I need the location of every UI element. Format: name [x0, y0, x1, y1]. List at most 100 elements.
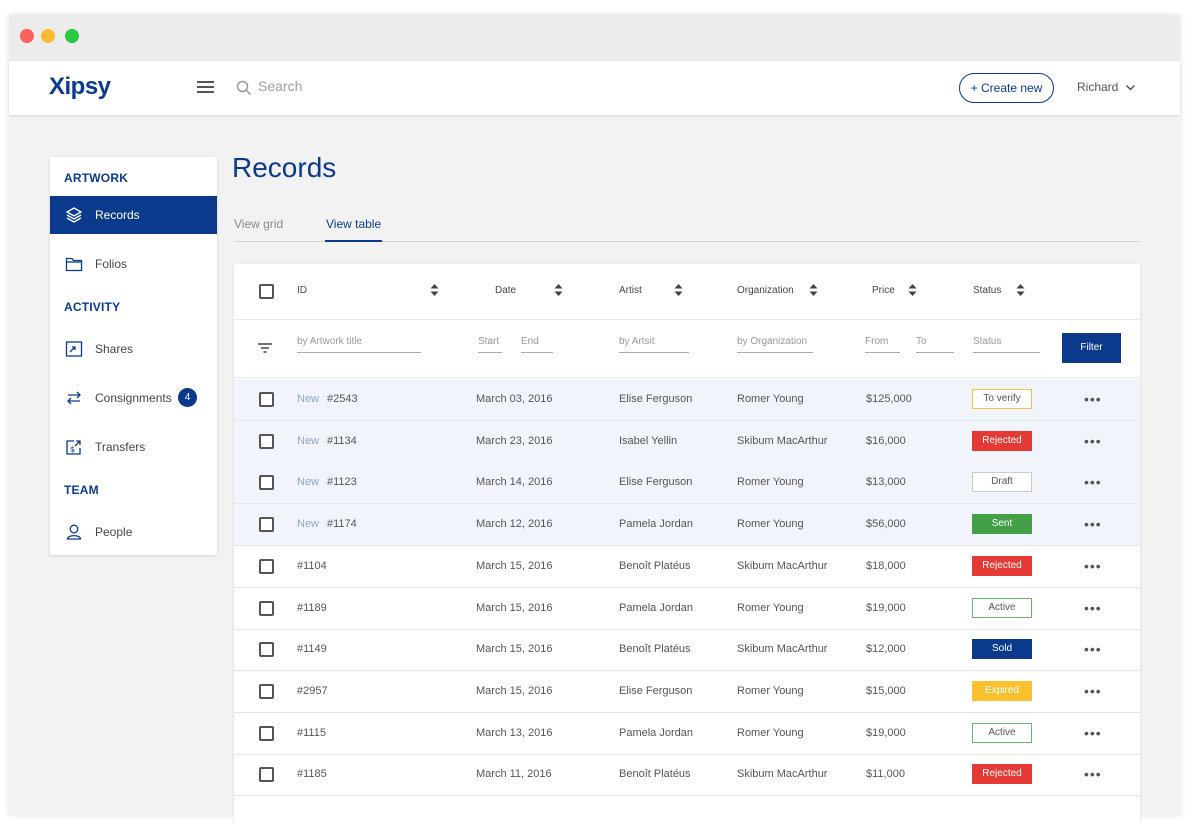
more-options-icon[interactable]: •••: [1084, 725, 1102, 741]
cell-artist: Elise Ferguson: [619, 684, 693, 697]
column-header-date: Date: [495, 285, 517, 296]
sidebar-item-transfers[interactable]: $ Transfers: [50, 428, 217, 466]
window-titlebar: [9, 15, 1180, 61]
cell-price: $125,000: [866, 393, 912, 405]
table-row[interactable]: #1185 March 11, 2016 Benoît Platéus Skibum …: [234, 754, 1140, 797]
minimize-window-button[interactable]: [41, 29, 55, 43]
sidebar-item-consignments[interactable]: Consignments 4: [50, 379, 217, 417]
organization-filter-input[interactable]: by Organization: [737, 336, 813, 353]
sidebar-item-records[interactable]: Records: [50, 196, 217, 234]
status-badge: Sold: [972, 639, 1032, 660]
sort-icon[interactable]: [554, 283, 563, 297]
filter-button[interactable]: Filter: [1062, 333, 1121, 363]
cell-date: March 23, 2016: [476, 434, 553, 447]
record-id[interactable]: #2543: [327, 393, 358, 405]
more-options-icon[interactable]: •••: [1084, 474, 1102, 490]
section-heading-artwork: ARTWORK: [64, 171, 129, 185]
cell-price: $18,000: [866, 559, 906, 572]
search-input[interactable]: [258, 78, 458, 94]
end-date-filter-input[interactable]: End: [521, 336, 553, 353]
app-logo[interactable]: Xipsy: [49, 73, 111, 101]
table-row[interactable]: New #1134 March 23, 2016 Isabel Yellin Skibu…: [234, 420, 1140, 463]
record-id[interactable]: #1189: [297, 602, 327, 614]
sidebar-item-folios[interactable]: Folios: [50, 245, 217, 283]
sort-icon[interactable]: [908, 283, 917, 297]
cell-id: #1104: [297, 560, 327, 572]
user-menu[interactable]: Richard: [1077, 80, 1118, 94]
status-badge: Rejected: [972, 555, 1032, 576]
sort-icon[interactable]: [430, 283, 439, 297]
record-id[interactable]: #1174: [327, 518, 357, 530]
sidebar-item-label: People: [95, 525, 133, 539]
record-id[interactable]: #1123: [327, 476, 357, 488]
table-row[interactable]: #1189 March 15, 2016 Pamela Jordan Romer Yo…: [234, 588, 1140, 630]
column-header-artist: Artist: [619, 285, 642, 296]
more-options-icon[interactable]: •••: [1084, 683, 1102, 699]
close-window-button[interactable]: [20, 29, 34, 43]
start-date-filter-input[interactable]: Start: [478, 336, 502, 353]
artist-filter-input[interactable]: by Artsit: [619, 336, 689, 353]
table-row[interactable]: #2957 March 15, 2016 Elise Ferguson Romer Y…: [234, 671, 1140, 713]
chevron-down-icon[interactable]: [1125, 82, 1136, 93]
sidebar-item-label: Folios: [95, 257, 128, 271]
row-checkbox[interactable]: [259, 475, 274, 491]
table-row[interactable]: New #1123 March 14, 2016 Elise Ferguson Rome…: [234, 462, 1140, 505]
tab-view-grid[interactable]: View grid: [234, 217, 283, 231]
more-options-icon[interactable]: •••: [1084, 558, 1102, 574]
status-filter-input[interactable]: Status: [973, 336, 1040, 353]
cell-date: March 11, 2016: [476, 768, 552, 781]
sort-icon[interactable]: [1016, 283, 1025, 297]
row-checkbox[interactable]: [259, 600, 274, 616]
cell-artist: Elise Ferguson: [619, 393, 693, 405]
price-to-filter-input[interactable]: To: [916, 336, 954, 353]
row-checkbox[interactable]: [259, 683, 274, 699]
artwork-title-filter-input[interactable]: by Artwork title: [297, 336, 421, 353]
row-checkbox[interactable]: [259, 767, 274, 783]
more-options-icon[interactable]: •••: [1084, 433, 1102, 449]
create-new-button[interactable]: + Create new: [959, 73, 1054, 103]
price-from-filter-input[interactable]: From: [865, 336, 900, 353]
status-badge: Rejected: [972, 430, 1032, 451]
more-options-icon[interactable]: •••: [1084, 641, 1102, 657]
sort-icon[interactable]: [809, 283, 818, 297]
row-checkbox[interactable]: [259, 558, 274, 574]
more-options-icon[interactable]: •••: [1084, 391, 1102, 407]
search-icon: [236, 80, 252, 96]
row-checkbox[interactable]: [259, 642, 274, 658]
select-all-checkbox[interactable]: [259, 284, 274, 299]
filter-row: by Artwork title Start End by Artsit by …: [234, 320, 1140, 378]
table-row[interactable]: #1115 March 13, 2016 Pamela Jordan Romer Yo…: [234, 713, 1140, 755]
cell-organization: Romer Young: [737, 393, 804, 405]
more-options-icon[interactable]: •••: [1084, 516, 1102, 532]
more-options-icon[interactable]: •••: [1084, 600, 1102, 616]
table-row[interactable]: #1149 March 15, 2016 Benoît Platéus Skibum …: [234, 629, 1140, 672]
cell-id: New #1123: [297, 476, 357, 488]
table-row[interactable]: New #1174 March 12, 2016 Pamela Jordan Romer…: [234, 504, 1140, 547]
record-id[interactable]: #1134: [327, 435, 357, 447]
sidebar-item-people[interactable]: People: [50, 513, 217, 551]
row-checkbox[interactable]: [259, 517, 274, 533]
cell-organization: Skibum MacArthur: [737, 768, 828, 781]
record-id[interactable]: #1115: [297, 727, 326, 739]
row-checkbox[interactable]: [259, 725, 274, 741]
record-id[interactable]: #2957: [297, 685, 328, 697]
status-badge: Rejected: [972, 764, 1032, 785]
maximize-window-button[interactable]: [65, 29, 79, 43]
record-id[interactable]: #1185: [297, 768, 327, 780]
tab-view-table[interactable]: View table: [326, 217, 381, 231]
status-badge: Active: [972, 722, 1032, 743]
record-id[interactable]: #1149: [297, 643, 327, 655]
row-checkbox[interactable]: [259, 392, 274, 407]
row-checkbox[interactable]: [259, 433, 274, 449]
more-options-icon[interactable]: •••: [1084, 766, 1102, 782]
table-row[interactable]: New #2543 March 03, 2016 Elise Ferguson Rome…: [234, 379, 1140, 421]
sort-icon[interactable]: [674, 283, 683, 297]
sidebar-item-shares[interactable]: Shares: [50, 330, 217, 368]
cell-organization: Romer Young: [737, 684, 804, 697]
cell-id: New #1134: [297, 435, 357, 447]
cell-organization: Skibum MacArthur: [737, 434, 828, 447]
menu-icon[interactable]: [197, 81, 214, 95]
cell-organization: Romer Young: [737, 518, 804, 531]
record-id[interactable]: #1104: [297, 560, 327, 572]
table-row[interactable]: #1104 March 15, 2016 Benoît Platéus Skibum …: [234, 546, 1140, 588]
